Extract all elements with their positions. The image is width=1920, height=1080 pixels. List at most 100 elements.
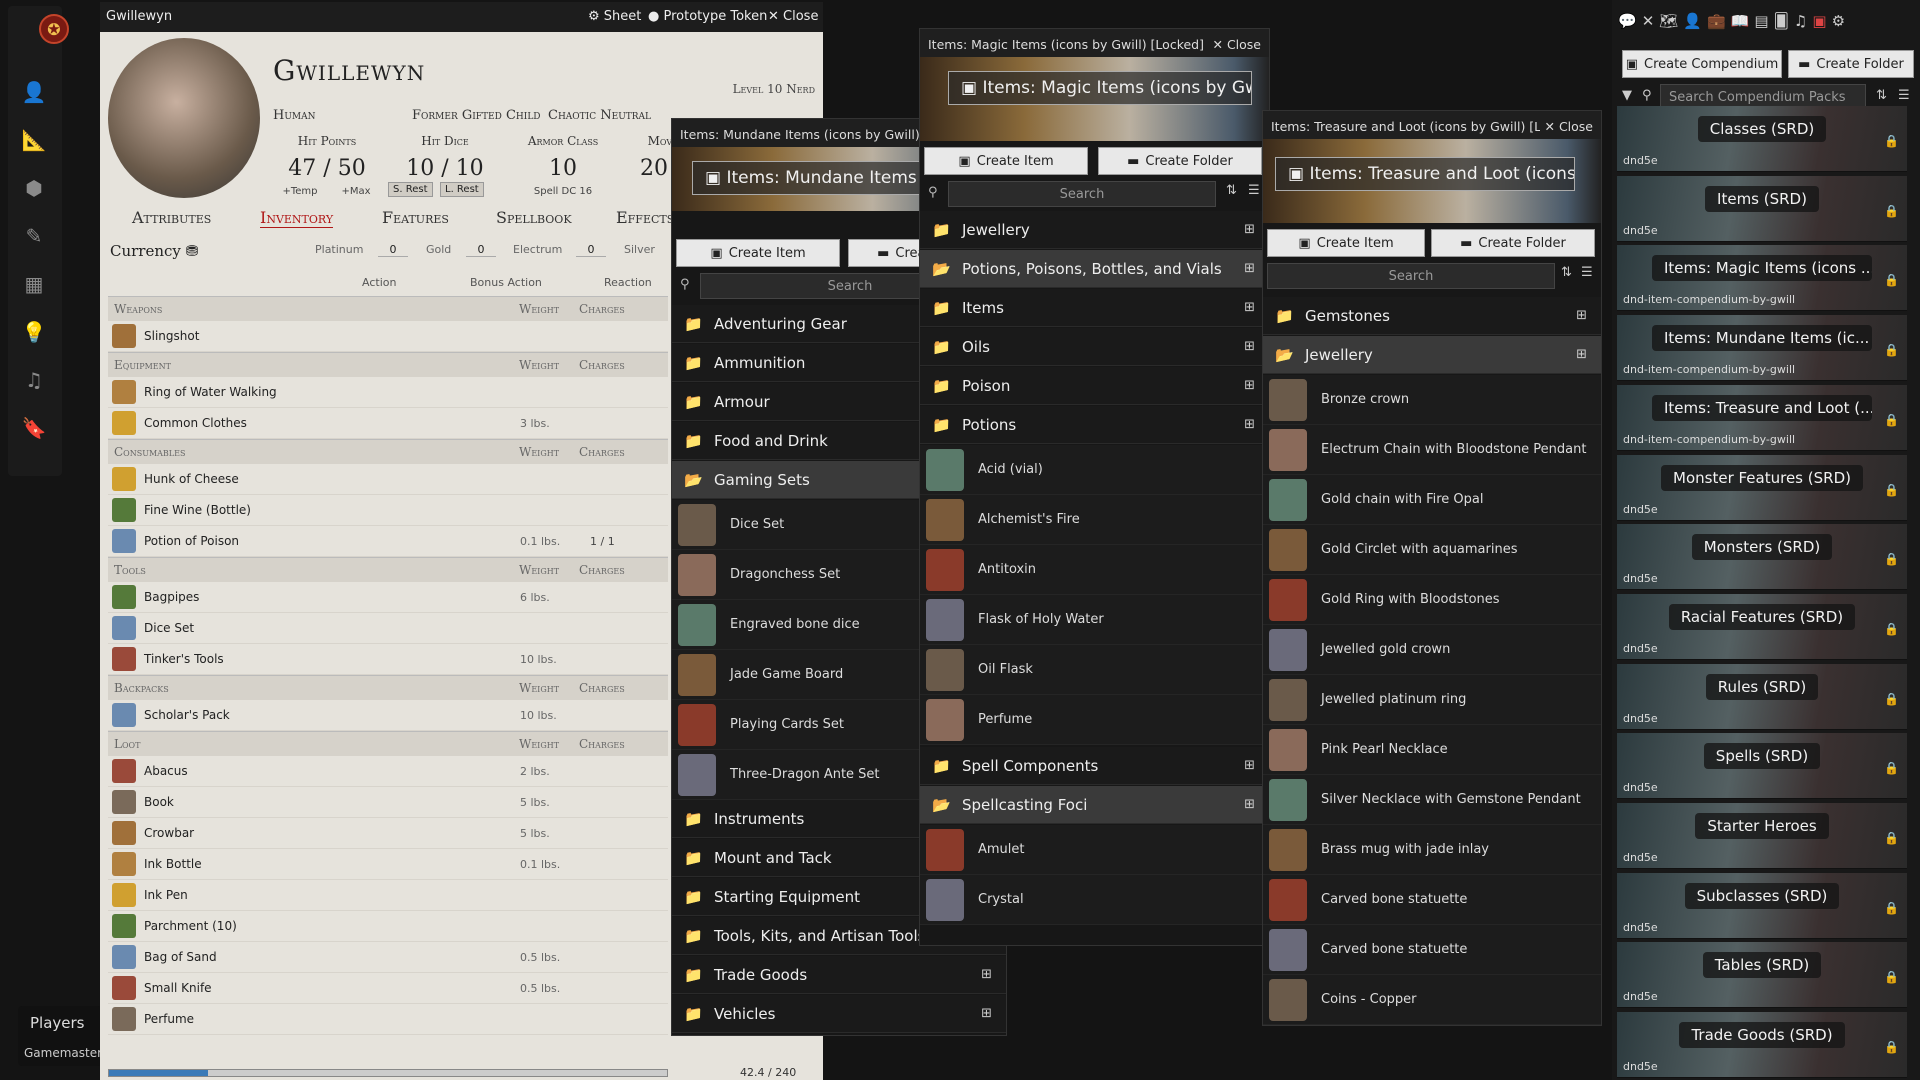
folder-row[interactable]: 📂 Spellcasting Foci ⊞	[920, 786, 1269, 824]
item-name[interactable]: Abacus	[144, 764, 188, 778]
entry-row[interactable]: Gold chain with Fire Opal	[1263, 475, 1601, 525]
lock-icon[interactable]: 🔒	[1884, 204, 1899, 218]
create-entry-icon[interactable]: ⊞	[1576, 347, 1587, 362]
item-name[interactable]: Bagpipes	[144, 590, 199, 604]
folder-row[interactable]: 📁 Poison ⊞	[920, 367, 1269, 405]
item-name[interactable]: Common Clothes	[144, 416, 247, 430]
hp-max[interactable]: 50	[338, 156, 366, 181]
tab-playlists-icon[interactable]: ♫	[1794, 8, 1807, 34]
compendium-pack[interactable]: Trade Goods (SRD) dnd5e 🔒	[1617, 1012, 1907, 1079]
filter-reaction[interactable]: Reaction	[604, 276, 652, 289]
magic-search-input[interactable]: Search	[948, 181, 1216, 207]
compendium-pack[interactable]: Items (SRD) dnd5e 🔒	[1617, 175, 1907, 242]
tab-spellbook[interactable]: Spellbook	[496, 208, 572, 227]
lock-icon[interactable]: 🔒	[1884, 970, 1899, 984]
lock-icon[interactable]: 🔒	[1884, 761, 1899, 775]
collapse-icon[interactable]: ☰	[1898, 88, 1910, 103]
hp-current[interactable]: 47	[288, 156, 316, 181]
item-name[interactable]: Ink Pen	[144, 888, 188, 902]
character-level[interactable]: Level 10 Nerd	[733, 82, 815, 96]
entry-row[interactable]: Amulet	[920, 825, 1269, 875]
item-name[interactable]: Perfume	[144, 1012, 194, 1026]
item-name[interactable]: Slingshot	[144, 329, 199, 343]
item-name[interactable]: Scholar's Pack	[144, 708, 230, 722]
background[interactable]: Former Gifted Child	[412, 108, 541, 123]
character-portrait[interactable]	[108, 38, 260, 198]
short-rest-button[interactable]: S. Rest	[388, 182, 433, 197]
sound-icon[interactable]: ♫	[20, 366, 48, 394]
inventory-item-row[interactable]: Tinker's Tools 10 lbs.	[108, 644, 668, 675]
armor-class-value[interactable]: 10	[508, 156, 618, 181]
character-name[interactable]: Gwillewyn	[273, 54, 425, 87]
filter-action[interactable]: Action	[362, 276, 396, 289]
create-entry-icon[interactable]: ⊞	[1244, 261, 1255, 276]
create-compendium-button[interactable]: ▣ Create Compendium	[1622, 50, 1782, 78]
tab-scenes-icon[interactable]: 🗺	[1659, 8, 1678, 34]
tab-settings-icon[interactable]: ⚙	[1832, 8, 1845, 34]
tab-effects[interactable]: Effects	[616, 208, 674, 227]
inventory-item-row[interactable]: Scholar's Pack 10 lbs.	[108, 700, 668, 731]
folder-row[interactable]: 📁 Gemstones ⊞	[1263, 297, 1601, 335]
inventory-item-row[interactable]: Hunk of Cheese	[108, 464, 668, 495]
folder-row[interactable]: 📁 Items ⊞	[920, 289, 1269, 327]
inventory-item-row[interactable]: Bagpipes 6 lbs.	[108, 582, 668, 613]
compendium-pack[interactable]: Monsters (SRD) dnd5e 🔒	[1617, 524, 1907, 591]
folder-row[interactable]: 📁 Spell Components ⊞	[920, 747, 1269, 785]
entry-row[interactable]: Carved bone statuette	[1263, 875, 1601, 925]
inventory-item-row[interactable]: Ink Pen	[108, 880, 668, 911]
compendium-pack[interactable]: Rules (SRD) dnd5e 🔒	[1617, 663, 1907, 730]
folder-row[interactable]: 📁 Oils ⊞	[920, 328, 1269, 366]
create-entry-icon[interactable]: ⊞	[1244, 797, 1255, 812]
treasure-create-item-button[interactable]: ▣ Create Item	[1267, 229, 1425, 257]
compendium-pack[interactable]: Items: Mundane Items (ic... dnd-item-comp…	[1617, 315, 1907, 382]
treasure-search-input[interactable]: Search	[1267, 263, 1555, 289]
treasure-create-folder-button[interactable]: ▬ Create Folder	[1431, 229, 1595, 257]
entry-row[interactable]: Brass mug with jade inlay	[1263, 825, 1601, 875]
lock-icon[interactable]: 🔒	[1884, 413, 1899, 427]
inventory-item-row[interactable]: Ink Bottle 0.1 lbs.	[108, 849, 668, 880]
magic-create-folder-button[interactable]: ▬ Create Folder	[1098, 147, 1262, 175]
folder-row[interactable]: 📁 Vehicles ⊞	[672, 995, 1006, 1033]
create-entry-icon[interactable]: ⊞	[1244, 300, 1255, 315]
lock-icon[interactable]: 🔒	[1884, 483, 1899, 497]
item-name[interactable]: Ring of Water Walking	[144, 385, 277, 399]
hp-tempmax[interactable]: +Max	[336, 186, 376, 197]
inventory-item-row[interactable]: Abacus 2 lbs.	[108, 756, 668, 787]
measure-icon[interactable]: 📐	[20, 126, 48, 154]
tab-compendium-icon[interactable]: ▣	[1812, 8, 1826, 34]
folder-row[interactable]: 📁 Potions ⊞	[920, 406, 1269, 444]
folder-row[interactable]: 📂 Potions, Poisons, Bottles, and Vials ⊞	[920, 250, 1269, 288]
actor-icon[interactable]: 👤	[20, 78, 48, 106]
entry-row[interactable]: Pink Pearl Necklace	[1263, 725, 1601, 775]
sort-icon[interactable]: ⇅	[1561, 265, 1572, 280]
inventory-item-row[interactable]: Common Clothes 3 lbs.	[108, 408, 668, 439]
magic-close-button[interactable]: ✕ Close	[1212, 37, 1261, 52]
currency-ep-input[interactable]: 0	[576, 243, 606, 257]
entry-row[interactable]: Silver Necklace with Gemstone Pendant	[1263, 775, 1601, 825]
inventory-section-header[interactable]: Backpacks Weight Charges	[108, 675, 668, 700]
lock-icon[interactable]: 🔒	[1884, 622, 1899, 636]
inventory-section-header[interactable]: Weapons Weight Charges	[108, 296, 668, 321]
entry-row[interactable]: Antitoxin	[920, 545, 1269, 595]
entry-row[interactable]: Perfume	[920, 695, 1269, 745]
folder-row[interactable]: 📂 Jewellery ⊞	[1263, 336, 1601, 374]
inventory-item-row[interactable]: Bag of Sand 0.5 lbs.	[108, 942, 668, 973]
entry-row[interactable]: Gold Circlet with aquamarines	[1263, 525, 1601, 575]
item-name[interactable]: Ink Bottle	[144, 857, 202, 871]
item-name[interactable]: Parchment (10)	[144, 919, 237, 933]
magic-window-header[interactable]: Items: Magic Items (icons by Gwill) [Loc…	[920, 29, 1269, 57]
sheet-close-button[interactable]: ✕ Close	[768, 9, 818, 24]
entry-row[interactable]: Bronze crown	[1263, 375, 1601, 425]
compendium-pack[interactable]: Racial Features (SRD) dnd5e 🔒	[1617, 593, 1907, 660]
treasure-window-header[interactable]: Items: Treasure and Loot (icons by Gwill…	[1263, 111, 1601, 139]
inventory-item-row[interactable]: Parchment (10)	[108, 911, 668, 942]
entry-row[interactable]: Flask of Holy Water	[920, 595, 1269, 645]
inventory-item-row[interactable]: Potion of Poison 0.1 lbs. 1 / 1	[108, 526, 668, 557]
compendium-pack[interactable]: Monster Features (SRD) dnd5e 🔒	[1617, 454, 1907, 521]
create-entry-icon[interactable]: ⊞	[1244, 339, 1255, 354]
coins-icon[interactable]: ⛃	[186, 242, 199, 260]
tab-chat-icon[interactable]: 💬	[1618, 8, 1637, 34]
inventory-item-row[interactable]: Crowbar 5 lbs.	[108, 818, 668, 849]
item-name[interactable]: Crowbar	[144, 826, 194, 840]
item-name[interactable]: Fine Wine (Bottle)	[144, 503, 251, 517]
